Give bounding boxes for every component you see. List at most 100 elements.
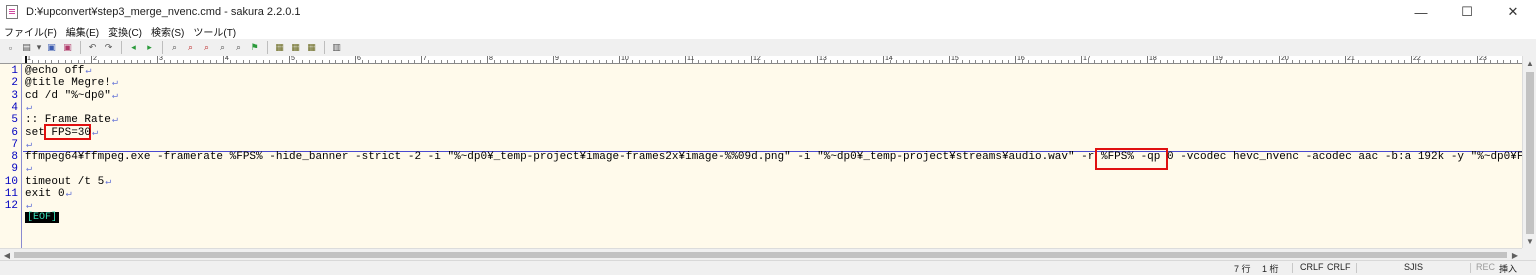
ruler-number: 1 (27, 56, 31, 62)
jump-back-icon[interactable]: ◂ (126, 40, 141, 55)
redo-icon[interactable]: ↷ (101, 40, 116, 55)
ruler-number: 6 (357, 56, 361, 62)
ruler-tick (1477, 56, 1478, 63)
status-insert-mode[interactable]: 挿入 (1499, 262, 1517, 275)
ruler-tick (289, 56, 290, 63)
code-line[interactable]: @title Megre!↵ (25, 77, 118, 90)
code-text: timeout /t 5 (25, 175, 105, 188)
code-line[interactable]: timeout /t 5↵ (25, 176, 111, 189)
search-next-icon[interactable]: ⌕ (183, 40, 198, 55)
ruler-tick (553, 56, 554, 63)
editor-area[interactable]: 1 2 3 4 5 6 7 8 9 10 11 12 [EOF] @echo off↵ @title M… (0, 64, 1522, 248)
search-prev-icon[interactable]: ⌕ (199, 40, 214, 55)
type-settings-icon[interactable]: ▦ (288, 40, 303, 55)
code-line[interactable]: ↵ (25, 163, 32, 176)
ruler-number: 21 (1347, 56, 1355, 62)
undo-icon[interactable]: ↶ (85, 40, 100, 55)
toolbar: ▫ ▤ ▾ ▣ ▣ ↶ ↷ ◂ ▸ ⌕ ⌕ ⌕ ⌕ ⌕ ⚑ ▦ ▦ ▦ ▥ (0, 39, 1536, 56)
ruler-number: 8 (489, 56, 493, 62)
toolbar-separator (267, 41, 268, 54)
maximize-button[interactable]: ☐ (1444, 0, 1490, 24)
vertical-scroll-thumb[interactable] (1526, 72, 1534, 234)
menu-edit[interactable]: 編集(E) (66, 24, 99, 39)
newline-mark-icon: ↵ (92, 127, 99, 139)
replace-icon[interactable]: ⌕ (215, 40, 230, 55)
code-text: set FPS=30 (25, 126, 92, 139)
ruler-number: 7 (423, 56, 427, 62)
ruler-number: 22 (1413, 56, 1421, 62)
ruler-tick (1345, 56, 1346, 63)
ruler-number: 9 (555, 56, 559, 62)
ruler-number: 20 (1281, 56, 1289, 62)
menu-convert[interactable]: 変換(C) (108, 24, 142, 39)
code-line[interactable]: ↵ (25, 139, 32, 152)
status-eol-file[interactable]: CRLF (1327, 262, 1351, 272)
code-line[interactable]: ↵ (25, 102, 32, 115)
newline-mark-icon: ↵ (105, 176, 112, 188)
code-line[interactable]: @echo off↵ (25, 65, 91, 78)
search-icon[interactable]: ⌕ (167, 40, 182, 55)
minimize-button[interactable]: — (1398, 0, 1444, 24)
save-icon[interactable]: ▣ (44, 40, 59, 55)
mark-clear-icon[interactable]: ⌕ (231, 40, 246, 55)
status-separator (1292, 263, 1293, 273)
ruler-number: 17 (1083, 56, 1091, 62)
close-button[interactable]: ✕ (1490, 0, 1536, 24)
menu-tools[interactable]: ツール(T) (193, 24, 236, 39)
code-line[interactable]: cd /d "%~dp0"↵ (25, 90, 118, 103)
ruler-tick (157, 56, 158, 63)
code-line[interactable]: set FPS=30↵ (25, 127, 98, 140)
ruler-tick (883, 56, 884, 63)
line-number: 9 (11, 163, 18, 176)
menu-file[interactable]: ファイル(F) (4, 24, 57, 39)
line-number: 10 (4, 175, 18, 188)
code-line[interactable]: ↵ (25, 200, 32, 213)
code-text: ffmpeg64¥ffmpeg.exe -framerate %FPS% -hi… (25, 151, 1522, 164)
ruler-cursor-marker (25, 56, 27, 63)
newline-mark-icon: ↵ (26, 102, 33, 114)
newline-mark-icon: ↵ (111, 78, 118, 90)
scroll-up-icon[interactable]: ▲ (1523, 56, 1536, 70)
status-eol-input[interactable]: CRLF (1300, 262, 1324, 272)
ruler-tick (223, 56, 224, 63)
ruler-tick (1081, 56, 1082, 63)
ruler-tick (817, 56, 818, 63)
open-file-icon[interactable]: ▤ (19, 40, 34, 55)
menu-search[interactable]: 検索(S) (151, 24, 184, 39)
line-number-gutter[interactable]: 1 2 3 4 5 6 7 8 9 10 11 12 (0, 64, 22, 248)
newline-mark-icon: ↵ (85, 66, 92, 77)
menu-bar: ファイル(F) 編集(E) 変換(C) 検索(S) ツール(T) (0, 24, 1536, 39)
scroll-down-icon[interactable]: ▼ (1523, 234, 1536, 248)
ruler-number: 4 (225, 56, 229, 62)
jump-forward-icon[interactable]: ▸ (142, 40, 157, 55)
help-icon[interactable]: ▥ (329, 40, 344, 55)
grep-icon[interactable]: ⚑ (247, 40, 262, 55)
column-ruler[interactable]: 1234567891011121314151617181920212223242… (22, 56, 1522, 64)
line-number: 7 (11, 138, 18, 151)
line-number: 1 (11, 65, 18, 77)
code-line[interactable]: :: Frame Rate↵ (25, 114, 118, 127)
open-dropdown-icon[interactable]: ▾ (35, 40, 43, 55)
horizontal-scrollbar[interactable]: ◀ ▶ (0, 248, 1522, 260)
ruler-tick (1147, 56, 1148, 63)
horizontal-scroll-thumb[interactable] (14, 252, 1507, 258)
ruler-number: 10 (621, 56, 629, 62)
code-line[interactable]: ffmpeg64¥ffmpeg.exe -framerate %FPS% -hi… (25, 151, 1522, 164)
status-encoding[interactable]: SJIS (1404, 262, 1423, 272)
ruler-number: 3 (159, 56, 163, 62)
ruler-number: 15 (951, 56, 959, 62)
ruler-tick (1279, 56, 1280, 63)
save-all-icon[interactable]: ▣ (60, 40, 75, 55)
line-number: 11 (4, 188, 18, 200)
line-number: 3 (11, 89, 18, 102)
ruler-number: 11 (687, 56, 695, 62)
toolbar-separator (162, 41, 163, 54)
common-settings-icon[interactable]: ▦ (304, 40, 319, 55)
outline-icon[interactable]: ▦ (272, 40, 287, 55)
code-line[interactable]: exit 0↵ (25, 188, 72, 201)
new-file-icon[interactable]: ▫ (3, 40, 18, 55)
newline-mark-icon: ↵ (111, 90, 118, 102)
sakura-app-icon[interactable] (6, 5, 18, 19)
line-number: 5 (11, 114, 18, 127)
vertical-scrollbar[interactable]: ▲ ▼ (1522, 56, 1536, 248)
